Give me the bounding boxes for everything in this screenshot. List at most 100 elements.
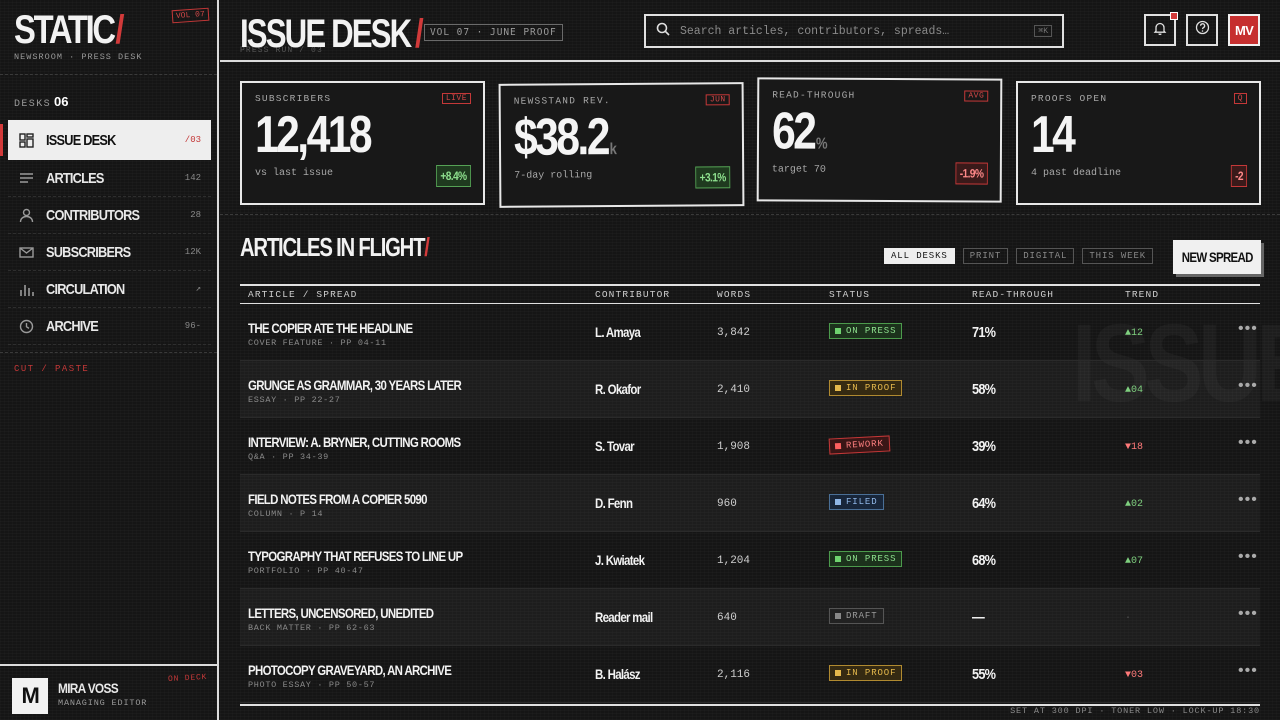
- article-title: TYPOGRAPHY THAT REFUSES TO LINE UP: [248, 548, 463, 564]
- stat-delta: +3.1%: [695, 166, 731, 189]
- user-profile[interactable]: M MIRA VOSS MANAGING EDITOR ON DECK: [0, 664, 217, 720]
- table-body: THE COPIER ATE THE HEADLINE COVER FEATURE…: [240, 304, 1260, 703]
- divider: [0, 74, 217, 75]
- table-row[interactable]: LETTERS, UNCENSORED, UNEDITED BACK MATTER…: [240, 589, 1260, 646]
- contributor-name[interactable]: L. Amaya: [595, 324, 641, 340]
- column-header[interactable]: ARTICLE / SPREAD: [248, 289, 357, 300]
- filter-digital[interactable]: DIGITAL: [1016, 248, 1075, 264]
- status-badge: REWORK: [828, 435, 891, 455]
- divider: [220, 214, 1280, 215]
- app-root: STATIC/ VOL 07 NEWSROOM · PRESS DESK DES…: [0, 0, 1280, 720]
- more-options-icon[interactable]: •••: [1238, 548, 1258, 566]
- brand-logo[interactable]: STATIC/: [14, 8, 125, 52]
- contributor-name[interactable]: J. Kwiatek: [595, 552, 645, 568]
- stat-card-newsstand[interactable]: NEWSSTAND REV. JUN $38.2k 7-day rolling …: [498, 82, 745, 208]
- avatar[interactable]: M: [12, 678, 48, 714]
- table-row[interactable]: THE COPIER ATE THE HEADLINE COVER FEATURE…: [240, 304, 1260, 361]
- contributor-name[interactable]: Reader mail: [595, 609, 653, 625]
- trend-indicator: ▲04: [1125, 385, 1144, 396]
- more-options-icon[interactable]: •••: [1238, 605, 1258, 623]
- column-header[interactable]: STATUS: [829, 289, 870, 300]
- articles-table: ARTICLE / SPREAD CONTRIBUTOR WORDS STATU…: [240, 284, 1260, 703]
- stat-card-read-through[interactable]: READ-THROUGH AVG 62% target 70 -1.9%: [756, 77, 1003, 203]
- sidebar-item-label: ARTICLES: [46, 169, 104, 187]
- status-badge: ON DECK: [167, 672, 208, 685]
- trend-indicator: ▲02: [1125, 499, 1144, 510]
- bar-chart-icon: [18, 281, 34, 297]
- shortcut-hint: ⌘K: [1034, 25, 1052, 37]
- desks-heading: DESKS 06: [14, 94, 69, 110]
- sidebar-item-issue-desk[interactable]: ISSUE DESK /03: [0, 120, 211, 160]
- search-bar[interactable]: ⌘K: [644, 14, 1064, 48]
- brand-subtitle: NEWSROOM · PRESS DESK: [14, 52, 143, 62]
- stat-delta: -2: [1230, 165, 1247, 187]
- column-header[interactable]: WORDS: [717, 289, 751, 300]
- clock-icon: [18, 318, 34, 334]
- bell-icon: [1153, 21, 1167, 40]
- more-options-icon[interactable]: •••: [1238, 320, 1258, 338]
- contributor-name[interactable]: D. Fenn: [595, 495, 633, 511]
- top-header: PRESS RUN / 03 ISSUE DESK / VOL 07 · JUNE…: [220, 0, 1280, 62]
- trend-indicator: ▲07: [1125, 556, 1144, 567]
- sidebar-item-subscribers[interactable]: SUBSCRIBERS 12K: [8, 234, 211, 271]
- lines-icon: [18, 170, 34, 186]
- sidebar-item-count: /03: [184, 135, 201, 145]
- sidebar-item-label: CIRCULATION: [46, 280, 125, 298]
- contributor-name[interactable]: R. Okafor: [595, 381, 641, 397]
- stat-label: READ-THROUGH: [772, 89, 856, 101]
- sidebar-item-count: 96-: [184, 321, 201, 331]
- article-meta: PORTFOLIO · PP 40-47: [248, 566, 364, 576]
- article-title: INTERVIEW: A. BRYNER, CUTTING ROOMS: [248, 434, 461, 450]
- read-through-value: 64%: [972, 495, 996, 512]
- sidebar-item-label: ARCHIVE: [46, 317, 99, 335]
- more-options-icon[interactable]: •••: [1238, 662, 1258, 680]
- search-input[interactable]: [680, 24, 1035, 38]
- article-title: PHOTOCOPY GRAVEYARD, AN ARCHIVE: [248, 662, 452, 678]
- sidebar-item-archive[interactable]: ARCHIVE 96-: [8, 308, 211, 345]
- sidebar-item-circulation[interactable]: CIRCULATION ↗: [8, 271, 211, 308]
- word-count: 2,116: [717, 669, 751, 681]
- read-through-value: 39%: [972, 438, 996, 455]
- stat-tag: LIVE: [441, 93, 471, 104]
- more-options-icon[interactable]: •••: [1238, 491, 1258, 509]
- table-row[interactable]: PHOTOCOPY GRAVEYARD, AN ARCHIVE PHOTO ESS…: [240, 646, 1260, 703]
- volume-chip[interactable]: VOL 07 · JUNE PROOF: [424, 24, 563, 41]
- notifications-button[interactable]: [1144, 12, 1178, 46]
- read-through-value: 71%: [972, 324, 996, 341]
- filter-print[interactable]: PRINT: [962, 248, 1009, 264]
- column-header[interactable]: READ-THROUGH: [972, 289, 1054, 300]
- article-title: FIELD NOTES FROM A COPIER 5090: [248, 491, 427, 507]
- user-avatar-button[interactable]: MV: [1228, 14, 1260, 46]
- sidebar-item-contributors[interactable]: CONTRIBUTORS 28: [8, 197, 211, 234]
- filter-this-week[interactable]: THIS WEEK: [1082, 248, 1154, 264]
- word-count: 1,908: [717, 441, 751, 453]
- table-row[interactable]: GRUNGE AS GRAMMAR, 30 YEARS LATER ESSAY ·…: [240, 361, 1260, 418]
- status-square-icon: [835, 670, 841, 676]
- word-count: 3,842: [717, 327, 751, 339]
- article-meta: PHOTO ESSAY · PP 50-57: [248, 680, 376, 690]
- user-role: MANAGING EDITOR: [58, 698, 148, 708]
- word-count: 640: [717, 612, 737, 624]
- new-spread-button[interactable]: NEW SPREAD: [1173, 240, 1261, 274]
- contributor-name[interactable]: S. Tovar: [595, 438, 635, 454]
- article-title: GRUNGE AS GRAMMAR, 30 YEARS LATER: [248, 377, 462, 393]
- cut-paste-label[interactable]: CUT / PASTE: [14, 364, 89, 374]
- contributor-name[interactable]: B. Halász: [595, 666, 641, 682]
- stat-card-subscribers[interactable]: SUBSCRIBERS LIVE 12,418 vs last issue +8…: [240, 81, 485, 205]
- sidebar-item-articles[interactable]: ARTICLES 142: [8, 160, 211, 197]
- column-header[interactable]: CONTRIBUTOR: [595, 289, 670, 300]
- status-square-icon: [834, 442, 842, 450]
- table-row[interactable]: TYPOGRAPHY THAT REFUSES TO LINE UP PORTFO…: [240, 532, 1260, 589]
- word-count: 960: [717, 498, 737, 510]
- stat-card-proofs[interactable]: PROOFS OPEN Q 14 4 past deadline -2: [1016, 81, 1261, 205]
- table-row[interactable]: FIELD NOTES FROM A COPIER 5090 COLUMN · P…: [240, 475, 1260, 532]
- table-row[interactable]: INTERVIEW: A. BRYNER, CUTTING ROOMS Q&A ·…: [240, 418, 1260, 475]
- more-options-icon[interactable]: •••: [1238, 434, 1258, 452]
- stat-label: NEWSSTAND REV.: [513, 95, 611, 107]
- filter-all-desks[interactable]: ALL DESKS: [884, 248, 955, 264]
- more-options-icon[interactable]: •••: [1238, 377, 1258, 395]
- column-header[interactable]: TREND: [1125, 289, 1159, 300]
- stat-subtext: 4 past deadline: [1031, 168, 1122, 179]
- article-title: THE COPIER ATE THE HEADLINE: [248, 320, 413, 336]
- help-button[interactable]: [1186, 14, 1218, 46]
